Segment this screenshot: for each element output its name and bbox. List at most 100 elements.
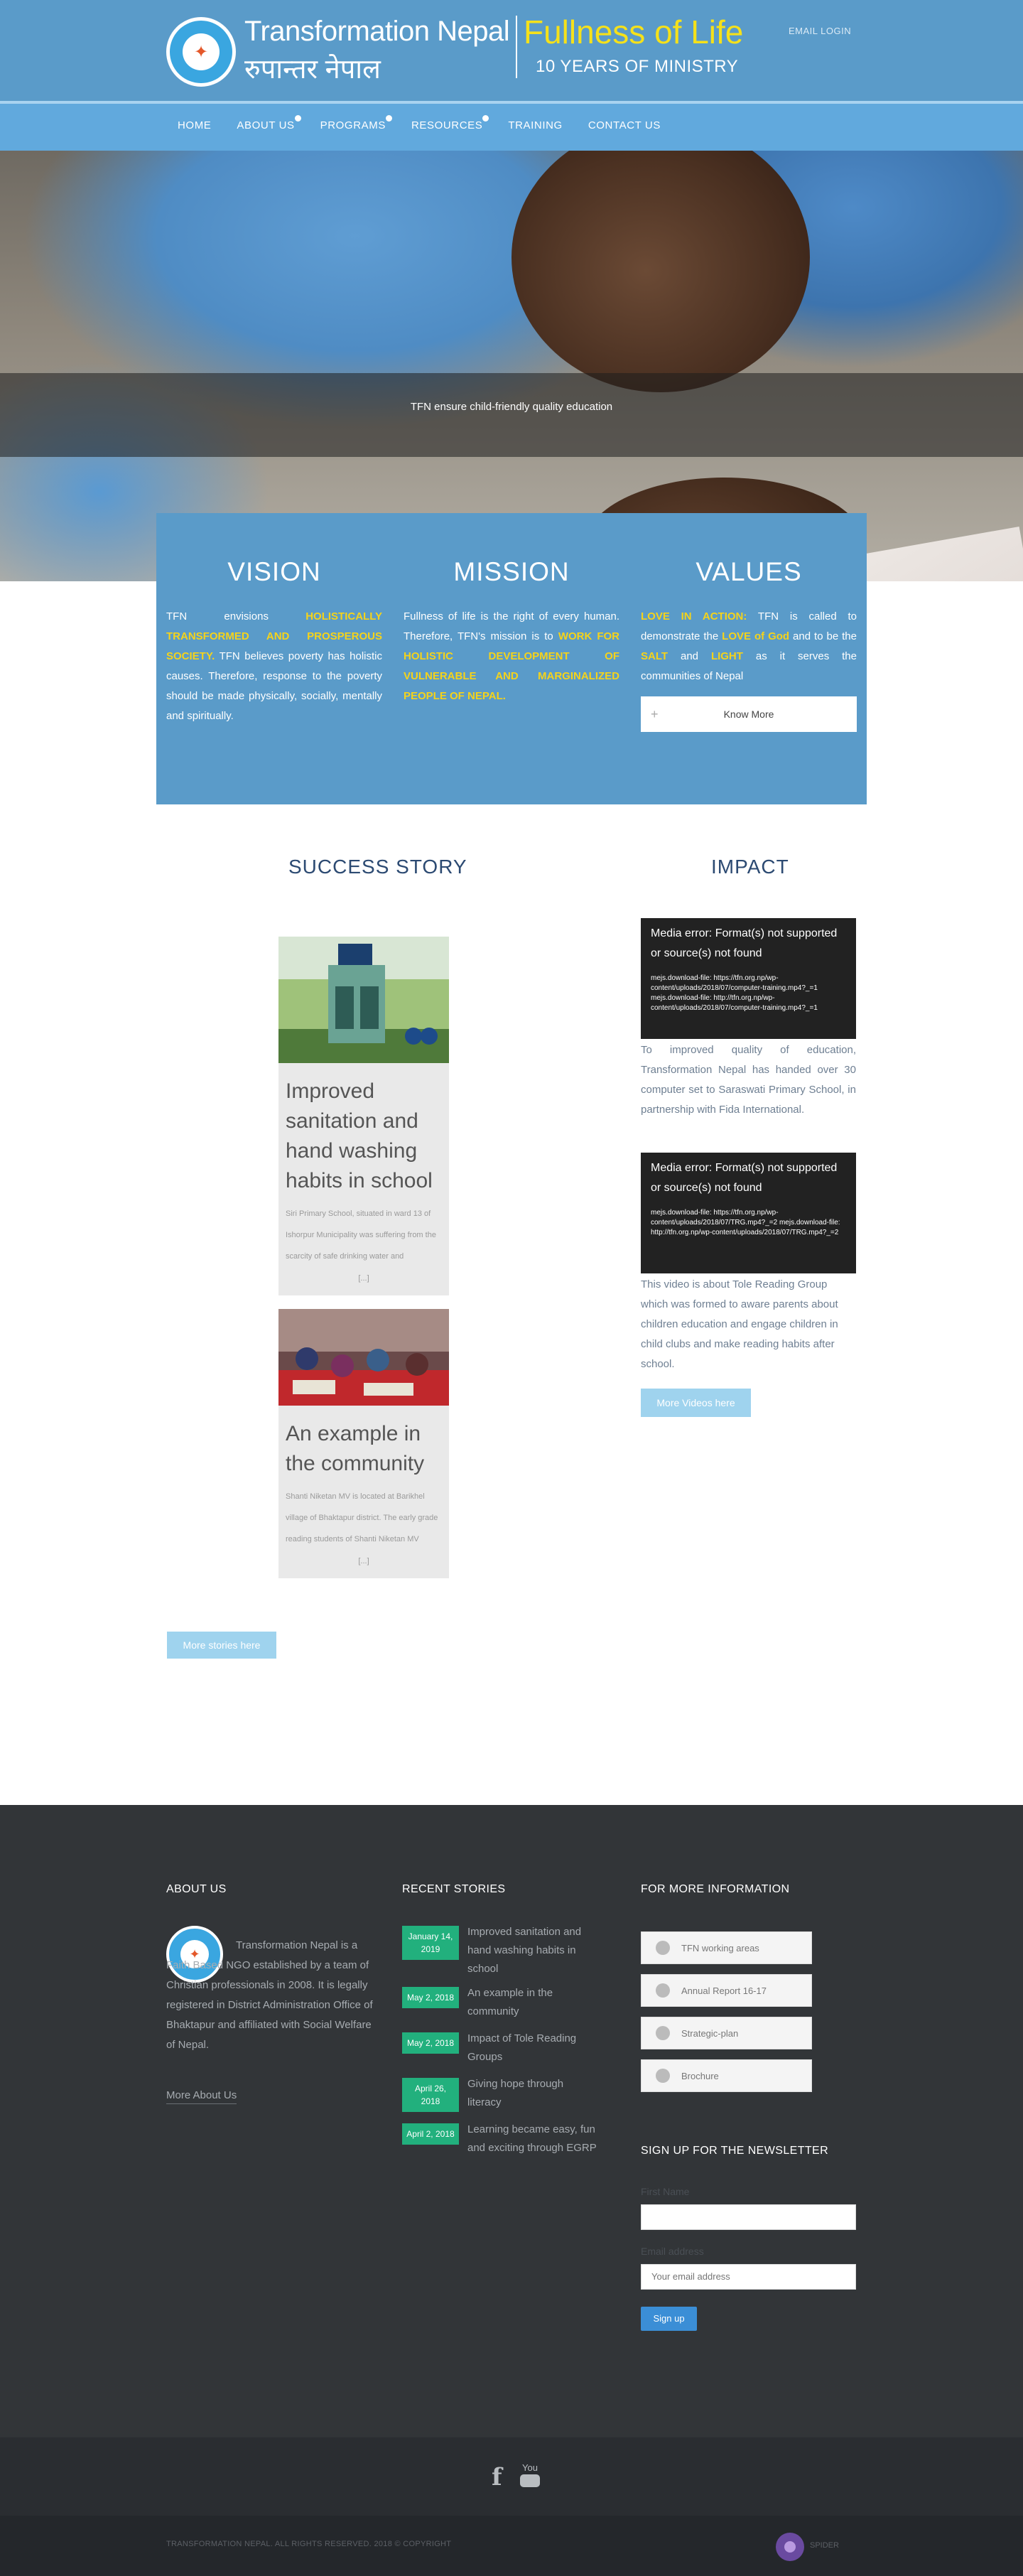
mission-title: MISSION	[453, 557, 570, 586]
submenu-indicator-icon	[482, 115, 489, 122]
social-bar: f You	[0, 2437, 1023, 2516]
story-excerpt: Siri Primary School, situated in ward 13…	[286, 1209, 436, 1261]
video-player[interactable]: Media error: Format(s) not supported or …	[641, 918, 856, 1039]
recent-story-link[interactable]: Improved sanitation and hand washing hab…	[467, 1923, 599, 1978]
vision-column: VISION TFN envisions HOLISTICALLY TRANSF…	[166, 513, 382, 726]
first-name-label: First Name	[641, 2186, 690, 2197]
email-field[interactable]	[641, 2264, 856, 2290]
nav-item-home[interactable]: HOME	[178, 119, 211, 131]
date-badge: January 14, 2019	[402, 1926, 459, 1960]
signup-button[interactable]: Sign up	[641, 2307, 697, 2331]
more-info-title: FOR MORE INFORMATION	[641, 1883, 790, 1895]
mission-text: Fullness of life is the right of every h…	[404, 610, 619, 702]
read-more-link[interactable]: [...]	[278, 1267, 449, 1295]
info-button-working-areas[interactable]: TFN working areas	[641, 1931, 812, 1964]
brand-credit: SPIDER	[810, 2541, 839, 2550]
mission-column: MISSION Fullness of life is the right of…	[404, 513, 619, 706]
date-badge: May 2, 2018	[402, 1987, 459, 2008]
footer-about-title: ABOUT US	[166, 1883, 227, 1895]
more-about-us-link[interactable]: More About Us	[166, 2088, 237, 2104]
know-more-button[interactable]: + Know More	[641, 696, 857, 732]
email-label: Email address	[641, 2246, 704, 2257]
nav-item-label: RESOURCES	[411, 119, 483, 131]
tagline: Fullness of Life	[524, 14, 744, 50]
nav-item-label: HOME	[178, 119, 212, 131]
info-button-strategic-plan[interactable]: Strategic-plan	[641, 2017, 812, 2049]
site-footer: ABOUT US ✦ Transformation Nepal is a Fai…	[0, 1805, 1023, 2437]
recent-story-link[interactable]: Impact of Tole Reading Groups	[467, 2030, 599, 2066]
nav-item-label: CONTACT US	[588, 119, 661, 131]
info-button-annual-report[interactable]: Annual Report 16-17	[641, 1974, 812, 2007]
brand-name-nepali: रुपान्तर नेपाल	[244, 55, 381, 85]
logo-emblem-icon: ✦	[183, 33, 220, 70]
video-description: To improved quality of education, Transf…	[641, 1044, 856, 1116]
site-logo[interactable]: ✦	[166, 17, 236, 87]
info-button-label: TFN working areas	[681, 1943, 759, 1953]
story-card[interactable]: Improved sanitation and hand washing hab…	[278, 937, 449, 1295]
story-excerpt: Shanti Niketan MV is located at Barikhel…	[286, 1492, 438, 1543]
date-badge: April 2, 2018	[402, 2123, 459, 2145]
nav-item-contact[interactable]: CONTACT US	[588, 119, 661, 131]
nav-item-programs[interactable]: PROGRAMS	[320, 115, 392, 131]
nav-item-label: ABOUT US	[237, 119, 295, 131]
first-name-field[interactable]	[641, 2204, 856, 2230]
vision-title: VISION	[227, 557, 321, 586]
info-icon	[656, 2069, 670, 2083]
facebook-icon[interactable]: f	[492, 2463, 502, 2491]
story-title[interactable]: An example in the community	[278, 1409, 449, 1479]
more-videos-button[interactable]: More Videos here	[641, 1389, 751, 1417]
nav-item-about[interactable]: ABOUT US	[237, 115, 301, 131]
info-button-label: Brochure	[681, 2071, 719, 2081]
hero-caption-band	[0, 373, 1023, 457]
recent-story-link[interactable]: An example in the community	[467, 1984, 599, 2021]
info-icon	[656, 1983, 670, 1998]
submenu-indicator-icon	[385, 115, 392, 122]
nav-item-training[interactable]: TRAINING	[508, 119, 562, 131]
main-nav: HOME ABOUT US PROGRAMS RESOURCES TRAININ…	[0, 101, 1023, 151]
nav-item-label: PROGRAMS	[320, 119, 386, 131]
info-button-brochure[interactable]: Brochure	[641, 2059, 812, 2092]
know-more-label: Know More	[723, 708, 774, 720]
submenu-indicator-icon	[294, 115, 301, 122]
vision-text: TFN envisions HOLISTICALLY TRANSFORMED A…	[166, 610, 382, 722]
success-story-title: SUCCESS STORY	[288, 856, 467, 878]
info-button-label: Strategic-plan	[681, 2028, 739, 2039]
spider-brand-icon[interactable]	[774, 2531, 806, 2562]
footer-about-text: Transformation Nepal is a Faith Based NG…	[166, 1939, 373, 2051]
video-description: This video is about Tole Reading Group w…	[641, 1278, 838, 1370]
vision-mission-values: VISION TFN envisions HOLISTICALLY TRANSF…	[156, 513, 867, 804]
media-download-link[interactable]: mejs.download-file: https://tfn.org.np/w…	[651, 974, 846, 1013]
media-download-link[interactable]: mejs.download-file: https://tfn.org.np/w…	[651, 1208, 846, 1238]
date-badge: May 2, 2018	[402, 2032, 459, 2054]
email-login-link[interactable]: EMAIL LOGIN	[789, 26, 851, 36]
story-image-community	[278, 1309, 449, 1406]
values-column: VALUES LOVE IN ACTION: TFN is called to …	[641, 513, 857, 732]
newsletter-title: SIGN UP FOR THE NEWSLETTER	[641, 2145, 829, 2157]
date-badge: April 26, 2018	[402, 2078, 459, 2112]
nav-item-label: TRAINING	[508, 119, 563, 131]
brand-name-english[interactable]: Transformation Nepal	[244, 16, 510, 48]
values-title: VALUES	[695, 557, 802, 586]
story-title[interactable]: Improved sanitation and hand washing hab…	[278, 1067, 449, 1196]
media-error-message: Media error: Format(s) not supported or …	[651, 927, 838, 959]
read-more-link[interactable]: [...]	[278, 1550, 449, 1578]
header-divider	[516, 16, 517, 78]
values-text: LOVE IN ACTION: TFN is called to demonst…	[641, 610, 857, 682]
info-icon	[656, 2026, 670, 2040]
ministry-years: 10 YEARS OF MINISTRY	[536, 57, 739, 76]
impact-title: IMPACT	[711, 856, 789, 878]
story-image-toilet	[278, 937, 449, 1063]
video-player[interactable]: Media error: Format(s) not supported or …	[641, 1153, 856, 1273]
story-card[interactable]: An example in the community Shanti Niket…	[278, 1309, 449, 1578]
recent-story-link[interactable]: Giving hope through literacy	[467, 2075, 599, 2112]
bottom-bar: TRANSFORMATION NEPAL. ALL RIGHTS RESERVE…	[0, 2516, 1023, 2576]
plus-icon: +	[651, 707, 659, 721]
site-header: ✦ Transformation Nepal रुपान्तर नेपाल Fu…	[0, 0, 1023, 101]
youtube-icon[interactable]: You	[520, 2463, 540, 2487]
nav-item-resources[interactable]: RESOURCES	[411, 115, 489, 131]
recent-story-link[interactable]: Learning became easy, fun and exciting t…	[467, 2120, 599, 2157]
more-stories-button[interactable]: More stories here	[167, 1632, 276, 1659]
info-icon	[656, 1941, 670, 1955]
recent-stories-title: RECENT STORIES	[402, 1883, 506, 1895]
copyright-text: TRANSFORMATION NEPAL. ALL RIGHTS RESERVE…	[166, 2540, 452, 2548]
